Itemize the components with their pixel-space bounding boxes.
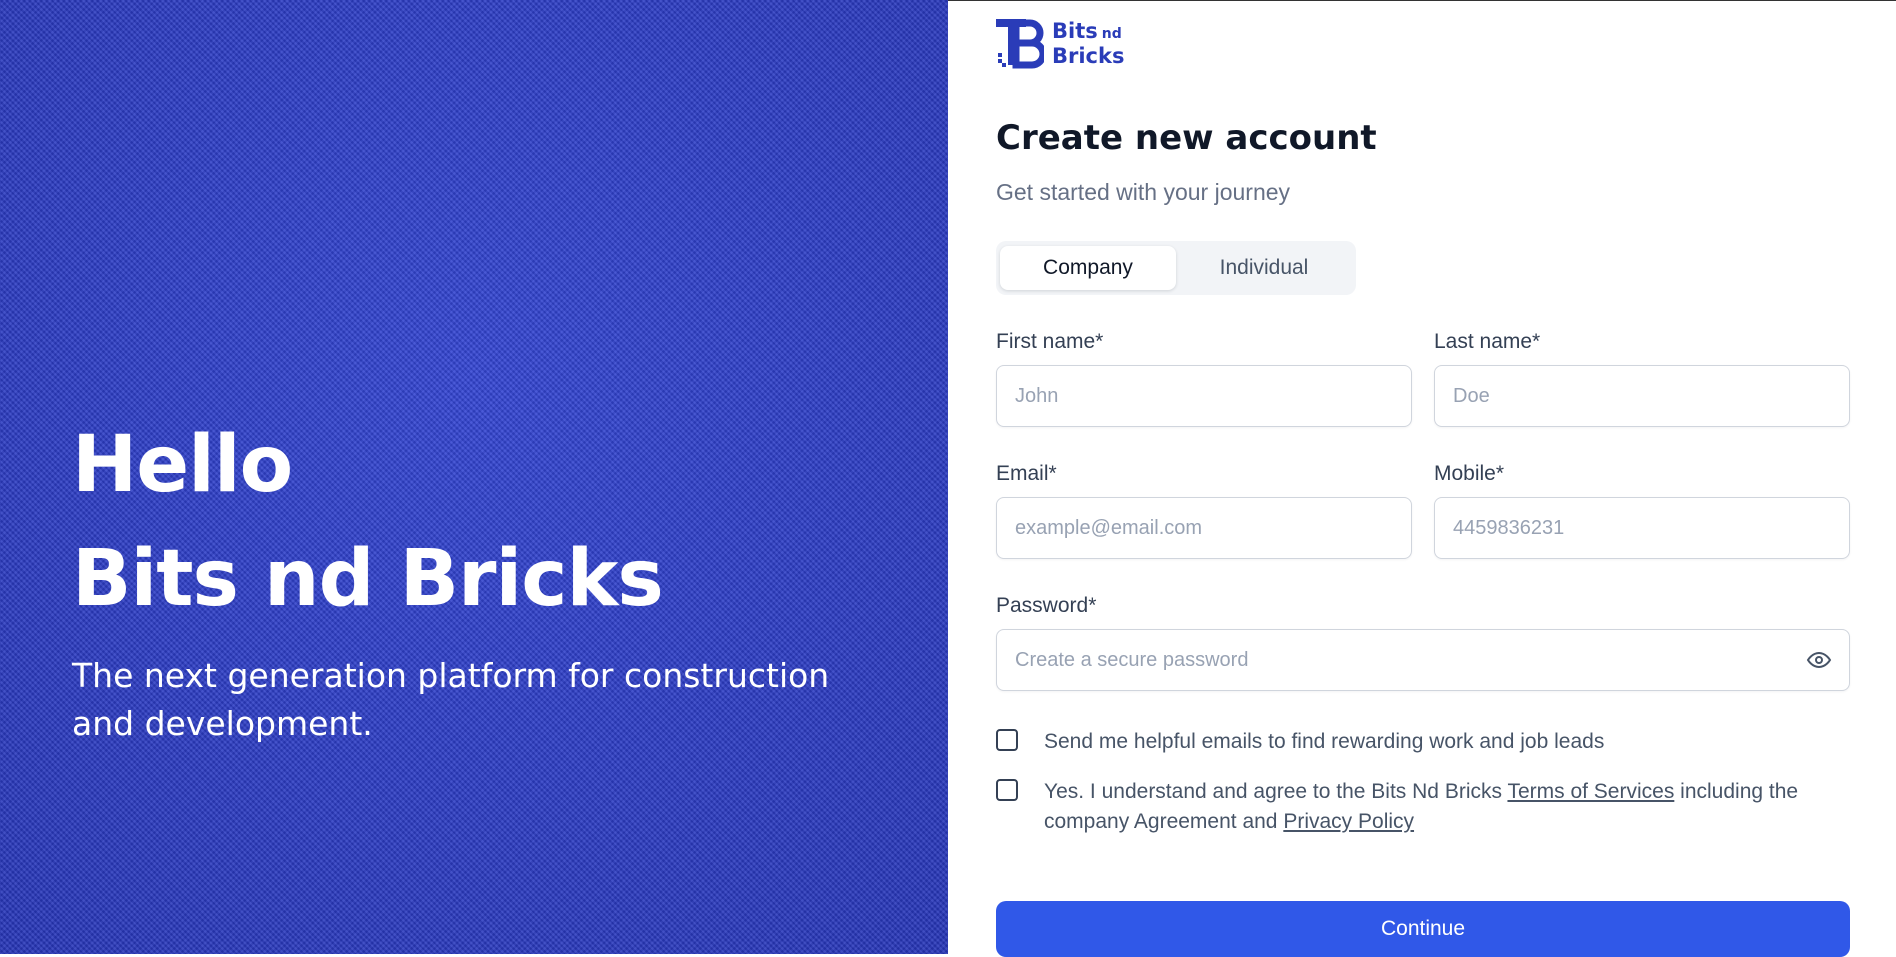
eye-icon[interactable] (1806, 648, 1832, 672)
password-input[interactable] (996, 629, 1850, 691)
contact-row: Email* Mobile* (996, 461, 1850, 559)
email-field: Email* (996, 461, 1412, 559)
terms-text: Yes. I understand and agree to the Bits … (1044, 777, 1850, 837)
password-row: Password* (996, 593, 1850, 691)
bits-nd-bricks-logo-icon (996, 19, 1044, 69)
brand-word-nd: nd (1101, 25, 1122, 42)
last-name-label: Last name* (1434, 330, 1541, 353)
first-name-input[interactable] (996, 365, 1412, 427)
brand-wordmark: Bits nd Bricks (1052, 20, 1124, 67)
opt-in-checkbox[interactable] (996, 729, 1018, 751)
opt-in-text: Send me helpful emails to find rewarding… (1044, 730, 1605, 753)
signup-panel: Bits nd Bricks Create new account Get sta… (948, 0, 1896, 957)
signup-form: Create new account Get started with your… (996, 113, 1850, 957)
continue-button[interactable]: Continue (996, 901, 1850, 957)
terms-of-services-link[interactable]: Terms of Services (1507, 780, 1674, 803)
terms-text-before: Yes. I understand and agree to the Bits … (1044, 780, 1508, 803)
password-input-wrap (996, 629, 1850, 691)
email-input[interactable] (996, 497, 1412, 559)
page-subtitle: Get started with your journey (996, 179, 1291, 205)
terms-row: Yes. I understand and agree to the Bits … (996, 777, 1850, 837)
account-type-toggle: Company Individual (996, 241, 1356, 295)
hero-subtitle: The next generation platform for constru… (72, 656, 830, 743)
hero-title: Hello Bits nd Bricks (72, 408, 664, 636)
tab-individual[interactable]: Individual (1176, 246, 1352, 290)
privacy-policy-link[interactable]: Privacy Policy (1283, 810, 1414, 833)
email-label: Email* (996, 462, 1057, 485)
first-name-label: First name* (996, 330, 1104, 353)
tab-company[interactable]: Company (1000, 246, 1176, 290)
terms-checkbox[interactable] (996, 779, 1018, 801)
last-name-input[interactable] (1434, 365, 1850, 427)
brand-logo[interactable]: Bits nd Bricks (996, 17, 1124, 69)
brand-word-bits: Bits (1052, 18, 1098, 43)
opt-in-row: Send me helpful emails to find rewarding… (996, 727, 1850, 757)
brand-word-bricks: Bricks (1052, 43, 1125, 68)
name-row: First name* Last name* (996, 329, 1850, 427)
first-name-field: First name* (996, 329, 1412, 427)
consent-section: Send me helpful emails to find rewarding… (996, 727, 1850, 837)
mobile-field: Mobile* (1434, 461, 1850, 559)
hero-title-line1: Hello (72, 420, 293, 510)
hero-title-line2: Bits nd Bricks (72, 534, 664, 624)
mobile-label: Mobile* (1434, 462, 1505, 485)
page-title: Create new account (996, 118, 1377, 158)
password-field: Password* (996, 593, 1850, 691)
mobile-input[interactable] (1434, 497, 1850, 559)
last-name-field: Last name* (1434, 329, 1850, 427)
password-label: Password* (996, 594, 1097, 617)
hero-panel: Hello Bits nd Bricks The next generation… (0, 0, 948, 954)
